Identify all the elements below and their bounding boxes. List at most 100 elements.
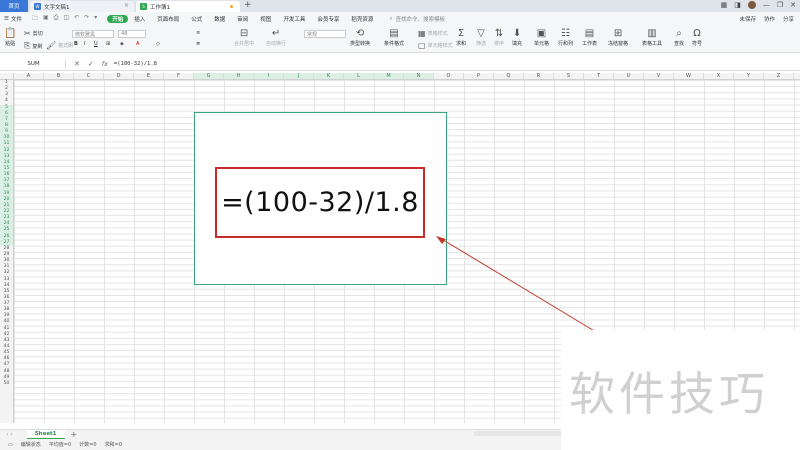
insert-function-button[interactable]: fx [102,60,108,68]
menu-tab-developer[interactable]: 开发工具 [277,12,311,26]
name-box[interactable]: SUM [2,59,66,69]
symbol-button[interactable]: Ω 符号 [692,28,702,47]
format-painter-button[interactable]: 🖌 格式刷 [46,41,73,50]
column-header[interactable]: X [704,73,734,79]
italic-button[interactable]: I [84,41,85,47]
bold-button[interactable]: B [74,41,78,47]
preview-icon[interactable]: ◫ [63,14,69,24]
merge-center-button[interactable]: ⊟ 合并居中 [234,28,254,47]
font-size-select[interactable]: 48 [118,30,146,38]
column-header[interactable]: B [44,73,74,79]
row-col-button[interactable]: ☷ 行和列 [558,28,573,47]
font-color-icon[interactable]: A [136,41,139,47]
tab-workbook[interactable]: S 工作簿1 [136,1,240,12]
column-header[interactable]: M [374,73,404,79]
find-button[interactable]: ⌕ 查找 [674,28,684,47]
dropdown-icon[interactable]: ▾ [94,14,97,24]
menu-tab-insert[interactable]: 插入 [128,12,151,26]
filter-button[interactable]: ▽ 筛选 [476,28,486,47]
confirm-formula-button[interactable]: ✓ [88,60,94,68]
column-header[interactable]: E [134,73,164,79]
horizontal-scrollbar[interactable] [474,431,561,436]
clear-format-icon[interactable]: ◇ [156,41,160,47]
align-top-icon[interactable]: ≡ [196,30,200,36]
new-tab-button[interactable]: + [244,0,252,10]
add-sheet-button[interactable]: + [71,430,78,439]
column-header[interactable]: J [284,73,314,79]
menu-tab-page-layout[interactable]: 页面布局 [151,12,185,26]
type-convert-button[interactable]: ⟲ 类型转换 [350,28,370,47]
paste-button[interactable]: 📋 粘贴 [4,28,16,47]
conditional-format-button[interactable]: ▤ 条件格式 [384,28,404,47]
table-style-button[interactable]: ▦ 表格样式 [418,29,448,38]
underline-button[interactable]: U [94,41,98,47]
column-header[interactable]: N [404,73,434,79]
cancel-formula-button[interactable]: ✕ [74,60,80,68]
tab-document[interactable]: W 文字文稿1 × [30,1,134,12]
column-header[interactable]: Q [494,73,524,79]
table-tools-button[interactable]: ▥ 表格工具 [642,28,662,47]
unsaved-button[interactable]: 未保存 [739,15,756,23]
column-header[interactable]: W [674,73,704,79]
column-header[interactable]: T [584,73,614,79]
column-header[interactable]: I [254,73,284,79]
sum-button[interactable]: Σ 求和 [456,28,466,47]
grid-icon[interactable]: ▦ [721,1,728,9]
print-icon[interactable]: ⎙ [54,14,59,24]
save-icon[interactable]: ▣ [43,14,49,24]
skin-icon[interactable]: ◨ [734,1,741,9]
align-left-icon[interactable]: ≣ [196,41,200,47]
column-header[interactable]: C [74,73,104,79]
column-header[interactable]: Z [764,73,794,79]
command-search[interactable]: ⌕ 查找命令、搜索模板 [389,15,445,24]
column-header[interactable]: D [104,73,134,79]
freeze-button[interactable]: ⊞ 冻结窗格 [608,28,628,47]
column-header[interactable]: F [164,73,194,79]
close-window-button[interactable]: ✕ [790,1,796,9]
column-header[interactable]: H [224,73,254,79]
fill-color-icon[interactable]: ◈ [120,41,124,47]
undo-icon[interactable]: ↶ [74,14,79,24]
column-header[interactable]: Y [734,73,764,79]
share-button[interactable]: 分享 [783,15,794,23]
collaborate-button[interactable]: 协作 [764,15,775,23]
menu-tab-review[interactable]: 审阅 [231,12,254,26]
column-header[interactable]: U [614,73,644,79]
column-header[interactable]: L [344,73,374,79]
tab-home[interactable]: 首页 [0,0,28,12]
font-name-select[interactable]: 微软雅黑 [72,30,114,38]
column-header[interactable]: V [644,73,674,79]
number-format-select[interactable]: 常规 [304,30,346,38]
sheet-nav-arrows[interactable]: ‹ › [6,431,13,438]
cell-style-button[interactable]: ▢ 单元格样式 [418,41,453,50]
column-header[interactable]: A [14,73,44,79]
redo-icon[interactable]: ↷ [84,14,89,24]
avatar[interactable] [747,1,756,9]
sheet-tab-sheet1[interactable]: Sheet1 [26,430,65,439]
column-header[interactable]: S [554,73,584,79]
column-header[interactable]: P [464,73,494,79]
formula-input[interactable]: =(100-32)/1.8 [114,61,157,67]
sort-button[interactable]: ⇅ 排序 [494,28,504,47]
menu-tab-member[interactable]: 会员专享 [311,12,345,26]
file-menu[interactable]: ☰ 文件 [4,15,22,23]
copy-button[interactable]: ⎘ 复制 [24,41,42,51]
menu-tab-data[interactable]: 数据 [208,12,231,26]
restore-button[interactable]: ❐ [777,1,783,9]
minimize-button[interactable]: — [763,1,770,9]
column-header[interactable]: R [524,73,554,79]
row-header[interactable]: 50 [0,381,13,387]
menu-tab-formulas[interactable]: 公式 [185,12,208,26]
menu-tab-start[interactable]: 开始 [107,15,129,23]
column-header[interactable]: O [434,73,464,79]
column-header[interactable]: G [194,73,224,79]
column-header[interactable]: K [314,73,344,79]
border-icon[interactable]: ⊞ [106,41,110,47]
cells-button[interactable]: ▣ 单元格 [534,28,549,47]
worksheet-button[interactable]: ▤ 工作表 [582,28,597,47]
folder-icon[interactable]: 🗀 [32,14,38,24]
menu-tab-resources[interactable]: 稻壳资源 [345,12,379,26]
fill-button[interactable]: ⬇ 填充 [512,28,522,47]
select-all-corner[interactable] [0,73,14,80]
wrap-text-button[interactable]: ↵ 自动换行 [266,28,286,47]
